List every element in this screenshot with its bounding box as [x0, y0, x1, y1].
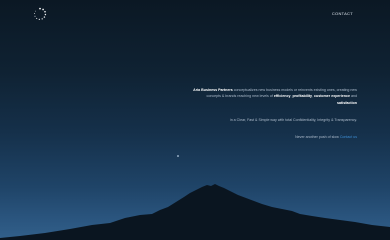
page: CONTACT Aria Business Partners conceptua…	[0, 0, 390, 240]
tagline: in a Clear, Fast & Simple way with total…	[229, 118, 357, 122]
contact-us-link[interactable]: Contact us	[340, 135, 357, 139]
cta-text: Never another push of slow	[295, 135, 340, 139]
cta-line: Never another push of slow Contact us	[187, 134, 357, 140]
highlight-satisfaction: satisfaction	[337, 100, 357, 105]
star-dot	[177, 155, 179, 157]
dotted-ring-logo-icon[interactable]	[33, 7, 47, 21]
intro-separator: and	[350, 94, 357, 99]
highlight-efficiency: efficiency	[273, 94, 291, 99]
highlight-customer-experience: customer experience	[314, 94, 350, 99]
mountain-silhouette	[0, 184, 390, 240]
intro-paragraph: Aria Business Partners conceptualizes ne…	[187, 87, 357, 106]
contact-link[interactable]: CONTACT	[332, 11, 353, 16]
highlight-profitability: profitability	[292, 94, 313, 99]
company-name: Aria Business Partners	[193, 88, 233, 92]
